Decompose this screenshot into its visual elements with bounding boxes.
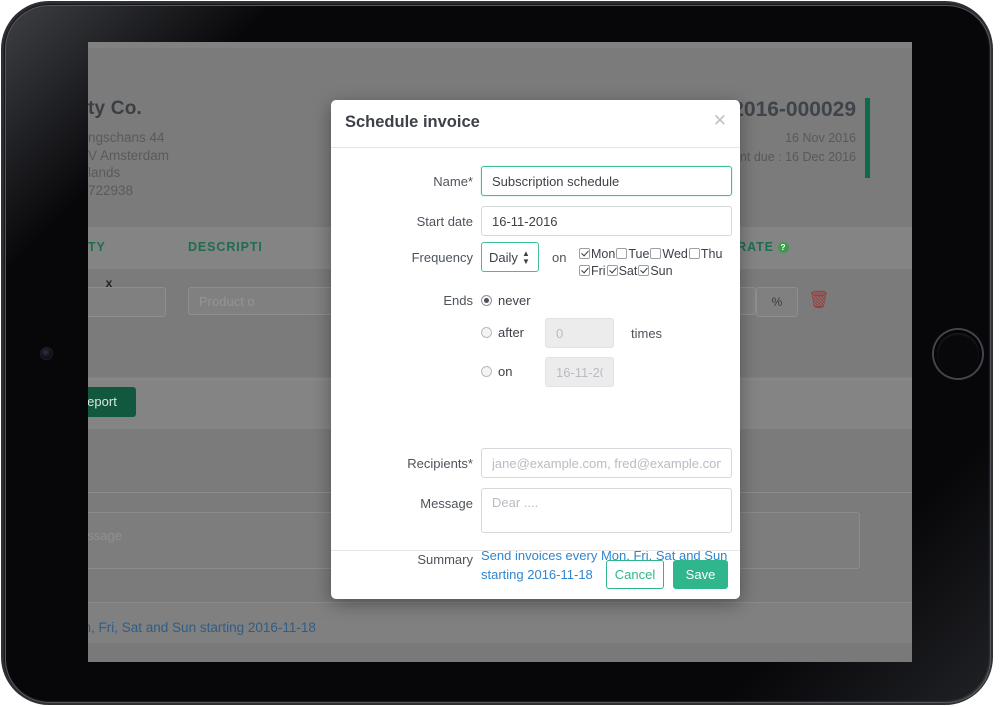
start-date-label: Start date — [416, 214, 473, 229]
weekday-mon-checkbox[interactable] — [579, 248, 590, 259]
ends-on-option[interactable]: on — [481, 364, 512, 379]
weekday-tue[interactable]: Tue — [616, 247, 649, 261]
save-button[interactable]: Save — [673, 560, 728, 589]
weekday-sat-label: Sat — [618, 264, 638, 278]
weekday-wed-label: Wed — [662, 247, 688, 261]
bottom-schedule-summary: every Mon, Fri, Sat and Sun starting 201… — [88, 620, 316, 635]
weekday-sat[interactable]: Sat — [606, 264, 638, 278]
front-camera-icon — [41, 348, 52, 359]
frequency-select[interactable]: DailyWeeklyMonthlyYearly — [481, 242, 539, 272]
invoice-message-placeholder: essage — [88, 528, 122, 543]
ends-on-label: on — [498, 364, 513, 379]
recipients-input[interactable] — [481, 448, 732, 478]
weekday-fri-label: Fri — [591, 264, 606, 278]
frequency-label: Frequency — [411, 250, 473, 265]
weekday-sun-label: Sun — [650, 264, 673, 278]
ends-on-date-input[interactable] — [545, 357, 614, 387]
frequency-on-label: on — [552, 250, 567, 265]
ends-never-label: never — [498, 293, 531, 308]
ends-after-label: after — [498, 325, 525, 340]
weekday-sun-checkbox[interactable] — [638, 265, 650, 276]
name-input[interactable] — [481, 166, 732, 196]
percent-suffix: % — [756, 287, 798, 317]
page-top-strip — [88, 42, 912, 48]
message-textarea[interactable] — [481, 488, 732, 533]
modal-body: Name* Start date Frequency DailyWeeklyMo… — [331, 148, 740, 582]
modal-footer: Cancel Save — [331, 550, 740, 599]
ends-never-option[interactable]: never — [481, 293, 531, 308]
ends-label: Ends — [443, 293, 473, 308]
weekday-thu-label: Thu — [700, 247, 723, 261]
start-date-input[interactable] — [481, 206, 732, 236]
tablet-screen: ty Co. ngschans 44 V Amsterdam lands 722… — [88, 42, 912, 662]
weekday-thu-checkbox[interactable] — [688, 248, 700, 259]
modal-title: Schedule invoice — [345, 113, 480, 131]
cancel-button[interactable]: Cancel — [606, 560, 664, 589]
tablet-device: ty Co. ngschans 44 V Amsterdam lands 722… — [0, 0, 1000, 707]
ends-after-option[interactable]: after — [481, 325, 524, 340]
weekday-sat-checkbox[interactable] — [606, 265, 618, 276]
weekday-wed[interactable]: Wed — [650, 247, 688, 261]
weekday-mon-label: Mon — [591, 247, 616, 261]
recipients-label: Recipients* — [407, 456, 473, 471]
home-button[interactable] — [934, 330, 982, 378]
weekday-sun[interactable]: Sun — [638, 264, 673, 278]
message-label: Message — [420, 496, 473, 511]
schedule-invoice-modal: Schedule invoice ✕ Name* Start date Freq… — [331, 100, 740, 599]
weekday-fri-checkbox[interactable] — [579, 265, 590, 276]
bottom-band-2 — [88, 643, 912, 662]
ends-on-radio[interactable] — [481, 366, 492, 377]
ends-never-radio[interactable] — [481, 295, 492, 306]
ends-after-input[interactable] — [545, 318, 614, 348]
column-description: DESCRIPTI — [188, 240, 263, 254]
name-label: Name* — [433, 174, 473, 189]
weekday-checkbox-group: Mon Tue Wed Thu Fri Sat Sun — [579, 246, 749, 280]
help-icon[interactable]: ? — [777, 242, 789, 253]
weekday-fri[interactable]: Fri — [579, 264, 606, 278]
ends-after-radio[interactable] — [481, 327, 492, 338]
weekday-thu[interactable]: Thu — [688, 247, 723, 261]
modal-header: Schedule invoice ✕ — [331, 100, 740, 148]
weekday-tue-label: Tue — [628, 247, 650, 261]
weekday-mon[interactable]: Mon — [579, 247, 615, 261]
report-button[interactable]: eport — [88, 387, 136, 417]
trash-icon[interactable]: 🗑 — [808, 290, 830, 310]
column-quantity: TY — [88, 240, 106, 254]
weekday-wed-checkbox[interactable] — [650, 248, 662, 259]
quantity-input[interactable] — [88, 287, 166, 317]
times-label: times — [631, 326, 663, 341]
close-icon[interactable]: ✕ — [713, 112, 727, 130]
invoice-accent-bar — [865, 98, 870, 178]
weekday-tue-checkbox[interactable] — [616, 248, 628, 259]
